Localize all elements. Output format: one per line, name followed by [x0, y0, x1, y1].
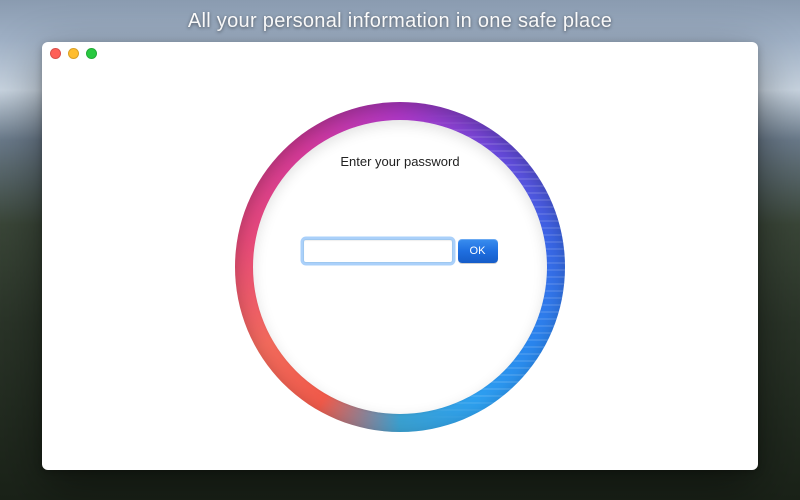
auth-ring: Enter your password OK	[235, 102, 565, 432]
window-titlebar	[42, 42, 758, 64]
window-zoom-button[interactable]	[86, 48, 97, 59]
auth-form: Enter your password OK	[253, 120, 547, 414]
window-content: Enter your password OK	[42, 64, 758, 470]
window-close-button[interactable]	[50, 48, 61, 59]
password-prompt: Enter your password	[340, 154, 459, 169]
password-row: OK	[303, 239, 498, 263]
submit-button[interactable]: OK	[458, 239, 498, 263]
window-minimize-button[interactable]	[68, 48, 79, 59]
marketing-tagline: All your personal information in one saf…	[0, 10, 800, 33]
password-input[interactable]	[303, 239, 453, 263]
app-window: Enter your password OK	[42, 42, 758, 470]
